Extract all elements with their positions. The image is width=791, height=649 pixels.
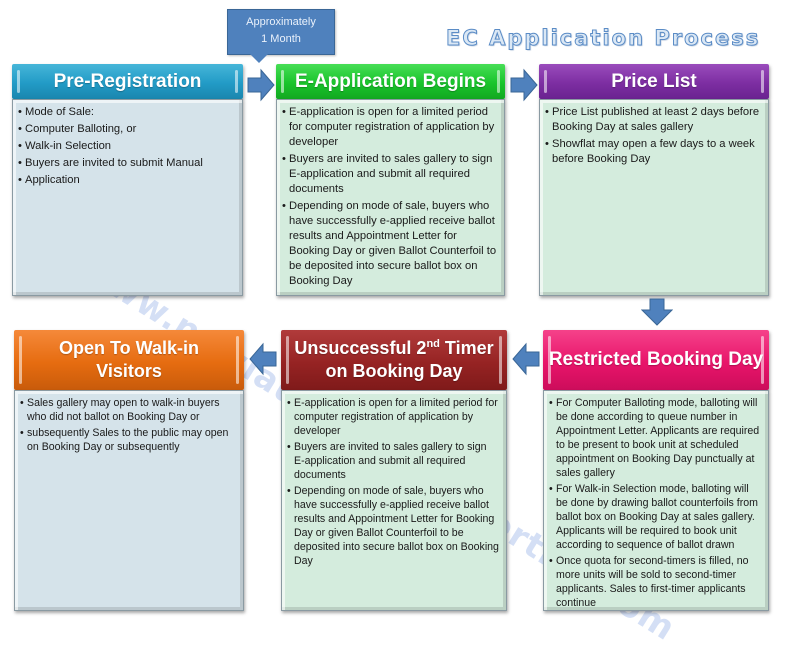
- step-title: Restricted Booking Day: [548, 349, 764, 370]
- step-title-line-1: Unsuccessful 2nd Timer: [294, 337, 493, 360]
- bullet-item: Computer Balloting, or: [18, 122, 236, 137]
- step-title-line-2: Visitors: [96, 361, 162, 381]
- title-text: Unsuccessful 2: [294, 338, 427, 358]
- callout-pointer: [250, 54, 268, 63]
- step-body-e-application: E-application is open for a limited peri…: [276, 99, 505, 296]
- step-body-unsuccessful-2nd-timer: E-application is open for a limited peri…: [281, 390, 507, 611]
- step-header-restricted-booking-day: Restricted Booking Day: [543, 330, 769, 390]
- bullet-item: Sales gallery may open to walk-in buyers…: [20, 396, 237, 424]
- step-header-unsuccessful-2nd-timer: Unsuccessful 2nd Timer on Booking Day: [281, 330, 507, 390]
- title-text: Timer: [439, 338, 494, 358]
- step-title: Price List: [611, 70, 697, 92]
- bullet-item: For Computer Balloting mode, balloting w…: [549, 396, 762, 480]
- bullet-item: Buyers are invited to submit Manual: [18, 156, 236, 171]
- bullet-item: Buyers are invited to sales gallery to s…: [287, 440, 500, 482]
- bullet-item: subsequently Sales to the public may ope…: [20, 426, 237, 454]
- bullet-item: Buyers are invited to sales gallery to s…: [282, 152, 498, 197]
- step-body-open-to-walk-in: Sales gallery may open to walk-in buyers…: [14, 390, 244, 611]
- bullet-item: Walk-in Selection: [18, 139, 236, 154]
- step-body-price-list: Price List published at least 2 days bef…: [539, 99, 769, 296]
- callout-line-2: 1 Month: [261, 33, 301, 45]
- arrow-left-icon: [249, 342, 277, 376]
- bullet-item: Showflat may open a few days to a week b…: [545, 137, 762, 167]
- step-title: E-Application Begins: [294, 70, 487, 92]
- bullet-item: Application: [18, 173, 236, 188]
- step-header-open-to-walk-in: Open To Walk-in Visitors: [14, 330, 244, 390]
- bullet-item: Mode of Sale:: [18, 105, 236, 120]
- bullet-item: Depending on mode of sale, buyers who ha…: [287, 484, 500, 568]
- ordinal-suffix: nd: [426, 338, 440, 350]
- step-title-line-1: Open To Walk-in: [59, 338, 199, 358]
- bullet-item: Depending on mode of sale, buyers who ha…: [282, 199, 498, 289]
- bullet-item: Once quota for second-timers is filled, …: [549, 554, 762, 610]
- arrow-right-icon: [510, 68, 538, 102]
- callout-line-1: Approximately: [246, 16, 316, 28]
- step-body-pre-registration: Mode of Sale: Computer Balloting, or Wal…: [12, 99, 243, 296]
- step-body-restricted-booking-day: For Computer Balloting mode, balloting w…: [543, 390, 769, 611]
- arrow-right-icon: [247, 68, 275, 102]
- bullet-item: E-application is open for a limited peri…: [287, 396, 500, 438]
- step-header-e-application: E-Application Begins: [276, 64, 505, 99]
- step-header-price-list: Price List: [539, 64, 769, 99]
- bullet-item: For Walk-in Selection mode, balloting wi…: [549, 482, 762, 552]
- step-header-pre-registration: Pre-Registration: [12, 64, 243, 99]
- bullet-item: Price List published at least 2 days bef…: [545, 105, 762, 135]
- step-title: Pre-Registration: [53, 70, 202, 92]
- duration-callout: Approximately 1 Month: [227, 9, 335, 63]
- bullet-item: E-application is open for a limited peri…: [282, 105, 498, 150]
- arrow-down-icon: [641, 298, 673, 326]
- arrow-left-icon: [512, 342, 540, 376]
- step-title-line-2: on Booking Day: [325, 361, 463, 381]
- diagram-title: EC Application Process: [445, 26, 761, 51]
